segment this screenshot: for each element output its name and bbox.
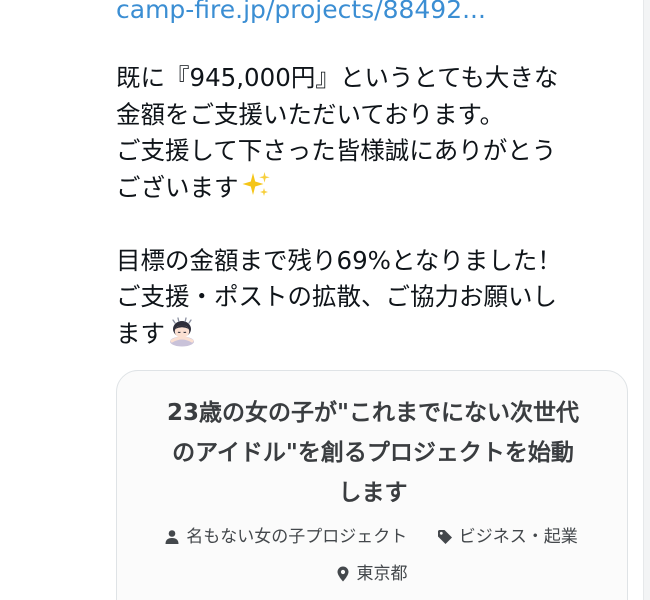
tweet-line-4: ございます: [116, 172, 239, 202]
card-title-line-3: します: [338, 480, 408, 506]
person-bowing-icon: [167, 316, 197, 347]
tweet-line-1: 既に『945,000円』というとても大きな: [116, 63, 559, 92]
card-title-line-2: のアイドル"を創るプロジェクトを始動: [172, 440, 574, 466]
category-meta: ビジネス・起業: [437, 523, 578, 551]
card-title-line-1: 23歳の女の子が"これまでにない次世代: [167, 400, 579, 426]
scrollbar-edge: [643, 0, 650, 600]
tweet-view: camp-fire.jp/projects/88492... 既に『945,00…: [0, 0, 650, 600]
location-name: 東京都: [356, 564, 408, 584]
sparkles-icon: [241, 170, 271, 200]
user-icon: [165, 530, 179, 544]
owner-meta: 名もない女の子プロジェクト: [164, 523, 407, 551]
location-meta: 東京都: [335, 560, 408, 588]
card-meta-row: 名もない女の子プロジェクト ビジネス・起業: [116, 523, 626, 554]
tag-icon: [437, 530, 452, 544]
card-title: 23歳の女の子が"これまでにない次世代 のアイドル"を創るプロジェクトを始動 し…: [141, 393, 605, 513]
tweet-body: 既に『945,000円』というとても大きな 金額をご支援いただいております。 ご…: [116, 60, 636, 352]
owner-name: 名もない女の子プロジェクト: [186, 527, 408, 547]
tweet-line-3: ご支援して下さった皆様誠にありがとう: [116, 136, 557, 165]
tweet-line-4-wrap: ございます: [116, 170, 636, 207]
tweet-line-8: ます: [116, 318, 165, 348]
tweet-line-7: ご支援・ポストの拡散、ご協力お願いし: [116, 282, 557, 311]
tweet-line-8-wrap: ます: [116, 316, 636, 353]
card-location-row: 東京都: [116, 560, 626, 591]
tweet-line-6: 目標の金額まで残り69%となりました！: [116, 245, 562, 275]
location-pin-icon: [337, 566, 348, 582]
tweet-line-2: 金額をご支援いただいております。: [116, 99, 505, 129]
project-link[interactable]: camp-fire.jp/projects/88492...: [116, 0, 486, 30]
category-name: ビジネス・起業: [458, 527, 578, 547]
